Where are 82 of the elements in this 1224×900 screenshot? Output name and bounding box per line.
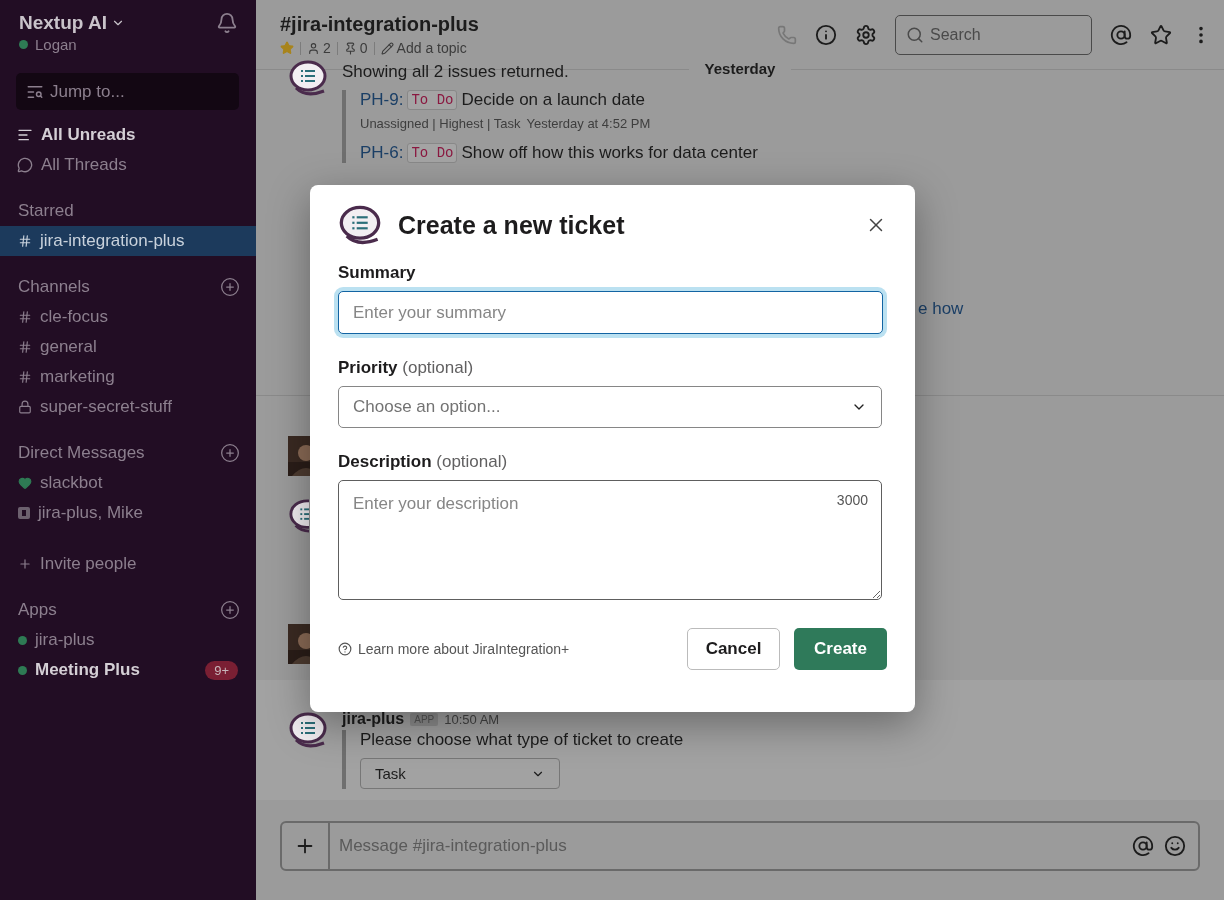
nav-item[interactable]: All Threads [0, 150, 256, 180]
list-icon [17, 127, 33, 143]
message-composer[interactable]: Message #jira-integration-plus [280, 821, 1200, 871]
field-label: Priority (optional) [338, 358, 475, 378]
sidebar-item[interactable]: slackbot [0, 468, 256, 498]
message-text: Showing all 2 issues returned. [342, 62, 569, 82]
bot-avatar-icon [288, 58, 328, 98]
field-label: Summary [338, 263, 417, 283]
ticket-type-select[interactable]: Task [360, 758, 560, 789]
sidebar-item[interactable]: super-secret-stuff [0, 392, 256, 422]
topic-link[interactable]: Add a topic [380, 40, 467, 56]
add-icon[interactable] [220, 277, 240, 297]
summary-field[interactable]: Enter your summary [338, 291, 883, 334]
status-tag: To Do [407, 143, 458, 163]
sidebar-item[interactable]: jira-integration-plus [0, 226, 256, 256]
issue-key-link[interactable]: PH-6: [360, 143, 404, 163]
pin-icon [343, 41, 357, 55]
message-time: 10:50 AM [444, 711, 500, 727]
cancel-button[interactable]: Cancel [687, 628, 780, 670]
issue-meta: Unassigned | Highest | Task [360, 116, 521, 131]
unread-badge: 9+ [205, 660, 238, 680]
section-title[interactable]: Direct Messages [18, 443, 145, 463]
workspace-name[interactable]: Nextup AI [19, 12, 125, 34]
sidebar-item[interactable]: jira-plus [0, 625, 256, 655]
help-icon [338, 642, 352, 656]
add-icon[interactable] [220, 600, 240, 620]
hash-icon [18, 370, 32, 384]
group-icon [18, 507, 30, 519]
lock-icon [18, 400, 32, 414]
sidebar-item[interactable]: Invite people [0, 549, 256, 579]
nav-item[interactable]: All Unreads [0, 120, 256, 150]
hash-icon [18, 340, 32, 354]
section-title[interactable]: Apps [18, 600, 57, 620]
bot-avatar-icon [288, 710, 328, 750]
status-tag: To Do [407, 90, 458, 110]
mention-icon[interactable] [1132, 835, 1154, 857]
pin-count[interactable]: 0 [343, 40, 368, 56]
member-count[interactable]: 2 [307, 40, 331, 56]
bot-avatar-icon [338, 203, 382, 247]
help-link[interactable]: Learn more about JiraIntegration+ [338, 641, 673, 657]
emoji-icon[interactable] [1164, 835, 1186, 857]
field-label: Description (optional) [338, 452, 509, 472]
sidebar-item[interactable]: Meeting Plus 9+ [0, 655, 256, 685]
thread-icon [17, 157, 33, 173]
star-icon[interactable] [280, 41, 294, 55]
issue-key-link[interactable]: PH-9: [360, 90, 404, 110]
pencil-icon [380, 41, 394, 55]
hash-icon [18, 234, 32, 248]
jump-to-field[interactable]: Jump to... [16, 73, 239, 110]
priority-select[interactable]: Choose an option... [338, 386, 882, 428]
sender-name[interactable]: jira-plus [342, 710, 405, 728]
hash-icon [18, 310, 32, 324]
status-dot [18, 635, 27, 645]
settings-icon[interactable] [855, 23, 877, 46]
section-title[interactable]: Starred [18, 201, 74, 221]
mention-icon[interactable] [1110, 23, 1132, 46]
bot-avatar-icon [288, 497, 309, 535]
status-dot [18, 665, 27, 675]
sidebar-item[interactable]: cle-focus [0, 302, 256, 332]
heart-icon [18, 476, 32, 490]
dialog-title: Create a new ticket [398, 210, 626, 240]
issue-time: Yesterday at 4:52 PM [526, 116, 651, 131]
issue-title: Show off how this works for data center [461, 143, 758, 163]
channel-title: #jira-integration-plus [280, 13, 479, 36]
plus-icon [18, 557, 32, 571]
star-icon[interactable] [1150, 23, 1172, 46]
section-title[interactable]: Channels [18, 277, 90, 297]
search-field[interactable]: Search [895, 14, 1092, 55]
message-text: Please choose what type of ticket to create [360, 730, 684, 750]
sidebar-item[interactable]: marketing [0, 362, 256, 392]
bell-icon[interactable] [216, 12, 238, 34]
info-icon[interactable] [815, 23, 837, 46]
character-counter: 3000 [836, 492, 868, 508]
person-icon [307, 41, 320, 55]
sidebar-item[interactable]: jira-plus, Mike [0, 498, 256, 528]
link[interactable]: e how [918, 299, 964, 318]
issue-title: Decide on a launch date [461, 90, 645, 110]
create-button[interactable]: Create [794, 628, 887, 670]
add-icon[interactable] [220, 443, 240, 463]
sidebar-item[interactable]: general [0, 332, 256, 362]
user-name: Logan [35, 36, 77, 53]
search-icon [906, 25, 924, 44]
